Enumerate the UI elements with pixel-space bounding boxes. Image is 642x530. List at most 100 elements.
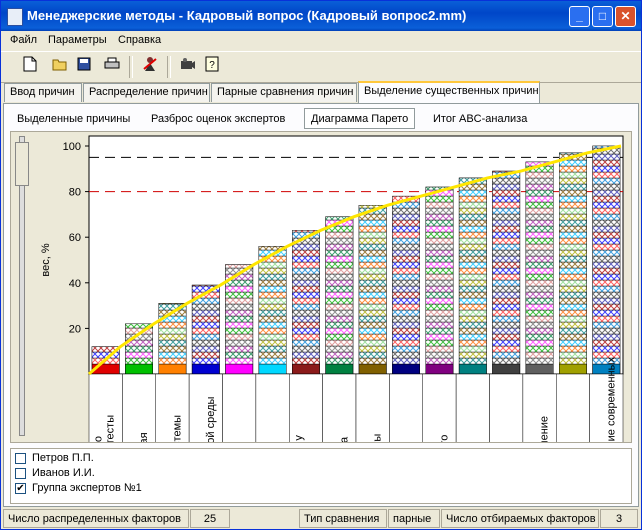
print-icon[interactable] bbox=[101, 56, 123, 78]
bar-segment bbox=[425, 321, 454, 329]
toolbar-separator bbox=[167, 56, 171, 78]
bar-segment bbox=[525, 351, 554, 359]
bar-segment bbox=[559, 297, 587, 305]
category-label-line: 14. Некорректно bbox=[93, 436, 105, 442]
bar-segment bbox=[191, 357, 220, 365]
bar-segment bbox=[425, 297, 454, 305]
bar-segment bbox=[392, 255, 420, 263]
bar-segment bbox=[592, 207, 621, 215]
bar-segment bbox=[258, 327, 287, 335]
expert-checkbox[interactable]: ✔ bbox=[15, 483, 26, 494]
bar-segment bbox=[258, 267, 287, 275]
bar-own-segment bbox=[158, 363, 187, 375]
bar-own-segment bbox=[458, 363, 487, 375]
camera-icon[interactable] bbox=[177, 56, 199, 78]
bar-segment bbox=[392, 303, 420, 311]
category-cell bbox=[422, 373, 457, 442]
tab-input-causes[interactable]: Ввод причин bbox=[4, 83, 82, 102]
bar bbox=[458, 177, 487, 375]
bar-segment bbox=[525, 243, 554, 251]
bar-segment bbox=[392, 267, 420, 275]
bar-segment bbox=[125, 345, 153, 353]
menu-parameters[interactable]: Параметры bbox=[48, 34, 107, 46]
bar-segment bbox=[458, 243, 487, 251]
expert-checkbox[interactable] bbox=[15, 468, 26, 479]
bar-segment bbox=[492, 189, 521, 197]
bar-segment bbox=[592, 159, 621, 167]
bar-segment bbox=[425, 225, 454, 233]
bar-segment bbox=[358, 237, 387, 245]
bar-segment bbox=[492, 267, 521, 275]
bar-segment bbox=[358, 327, 387, 335]
bar-segment bbox=[392, 297, 420, 305]
experts-list: Петров П.П. Иванов И.И. ✔ Группа эксперт… bbox=[10, 448, 632, 504]
tab-expert-spread[interactable]: Разброс оценок экспертов bbox=[144, 108, 292, 129]
category-label-line: оценки рыночной среды bbox=[205, 396, 217, 442]
bar-segment bbox=[559, 291, 587, 299]
tab-selected-causes[interactable]: Выделенные причины bbox=[10, 108, 137, 129]
y-tick-label: 80 bbox=[69, 187, 81, 199]
bar-segment bbox=[425, 291, 454, 299]
menu-help[interactable]: Справка bbox=[118, 34, 161, 46]
bar-segment bbox=[258, 291, 287, 299]
bar-segment bbox=[425, 351, 454, 359]
bar-segment bbox=[492, 261, 521, 269]
bar-segment bbox=[559, 189, 587, 197]
bar-segment bbox=[325, 303, 354, 311]
menu-file[interactable]: Файл bbox=[10, 34, 37, 46]
bar-segment bbox=[358, 339, 387, 347]
tab-pareto[interactable]: Диаграмма Парето bbox=[304, 108, 416, 129]
bar-segment bbox=[492, 309, 521, 317]
expert-name: Группа экспертов №1 bbox=[32, 482, 142, 494]
bar-segment bbox=[325, 351, 354, 359]
bar-segment bbox=[292, 339, 320, 347]
close-button[interactable]: ✕ bbox=[615, 6, 636, 27]
tab-essential-causes[interactable]: Выделение существенных причин bbox=[358, 81, 540, 103]
bar-segment bbox=[458, 225, 487, 233]
bar-segment bbox=[325, 261, 354, 269]
help-icon[interactable]: ? bbox=[201, 56, 223, 78]
expert-checkbox[interactable] bbox=[15, 453, 26, 464]
bar-segment bbox=[191, 333, 220, 341]
bar-segment bbox=[592, 309, 621, 317]
bar-segment bbox=[592, 165, 621, 173]
minimize-button[interactable]: _ bbox=[569, 6, 590, 27]
bar-segment bbox=[225, 303, 254, 311]
bar-segment bbox=[559, 255, 587, 263]
bar-segment bbox=[292, 267, 320, 275]
bar-segment bbox=[559, 243, 587, 251]
bar-segment bbox=[425, 267, 454, 275]
bar-segment bbox=[425, 207, 454, 215]
bar-segment bbox=[225, 327, 254, 335]
bar-segment bbox=[258, 273, 287, 281]
bar-segment bbox=[592, 153, 621, 161]
bar-segment bbox=[592, 333, 621, 341]
open-folder-icon[interactable] bbox=[49, 56, 71, 78]
status-selected-value: 3 bbox=[600, 509, 638, 528]
bar bbox=[358, 205, 387, 375]
bar-segment bbox=[425, 303, 454, 311]
bar-segment bbox=[325, 339, 354, 347]
bar-segment bbox=[525, 327, 554, 335]
bar-segment bbox=[425, 255, 454, 263]
bar-segment bbox=[191, 339, 220, 347]
bar-segment bbox=[592, 315, 621, 323]
bar-segment bbox=[559, 177, 587, 185]
bar-segment bbox=[458, 315, 487, 323]
bar-segment bbox=[158, 345, 187, 353]
bar-segment bbox=[592, 291, 621, 299]
save-icon[interactable] bbox=[73, 56, 95, 78]
experts-icon[interactable] bbox=[139, 56, 161, 78]
bar-segment bbox=[592, 213, 621, 221]
tab-pairwise[interactable]: Парные сравнения причин bbox=[211, 83, 357, 102]
tab-distribution[interactable]: Распределение причин bbox=[83, 83, 210, 102]
bar-segment bbox=[559, 201, 587, 209]
tab-abc-result[interactable]: Итог ABC-анализа bbox=[426, 108, 534, 129]
bar-segment bbox=[325, 249, 354, 257]
bar-segment bbox=[158, 333, 187, 341]
bar-segment bbox=[559, 171, 587, 179]
bar-segment bbox=[592, 231, 621, 239]
maximize-button[interactable]: □ bbox=[592, 6, 613, 27]
bar-segment bbox=[158, 321, 187, 329]
new-file-icon[interactable] bbox=[19, 56, 41, 78]
